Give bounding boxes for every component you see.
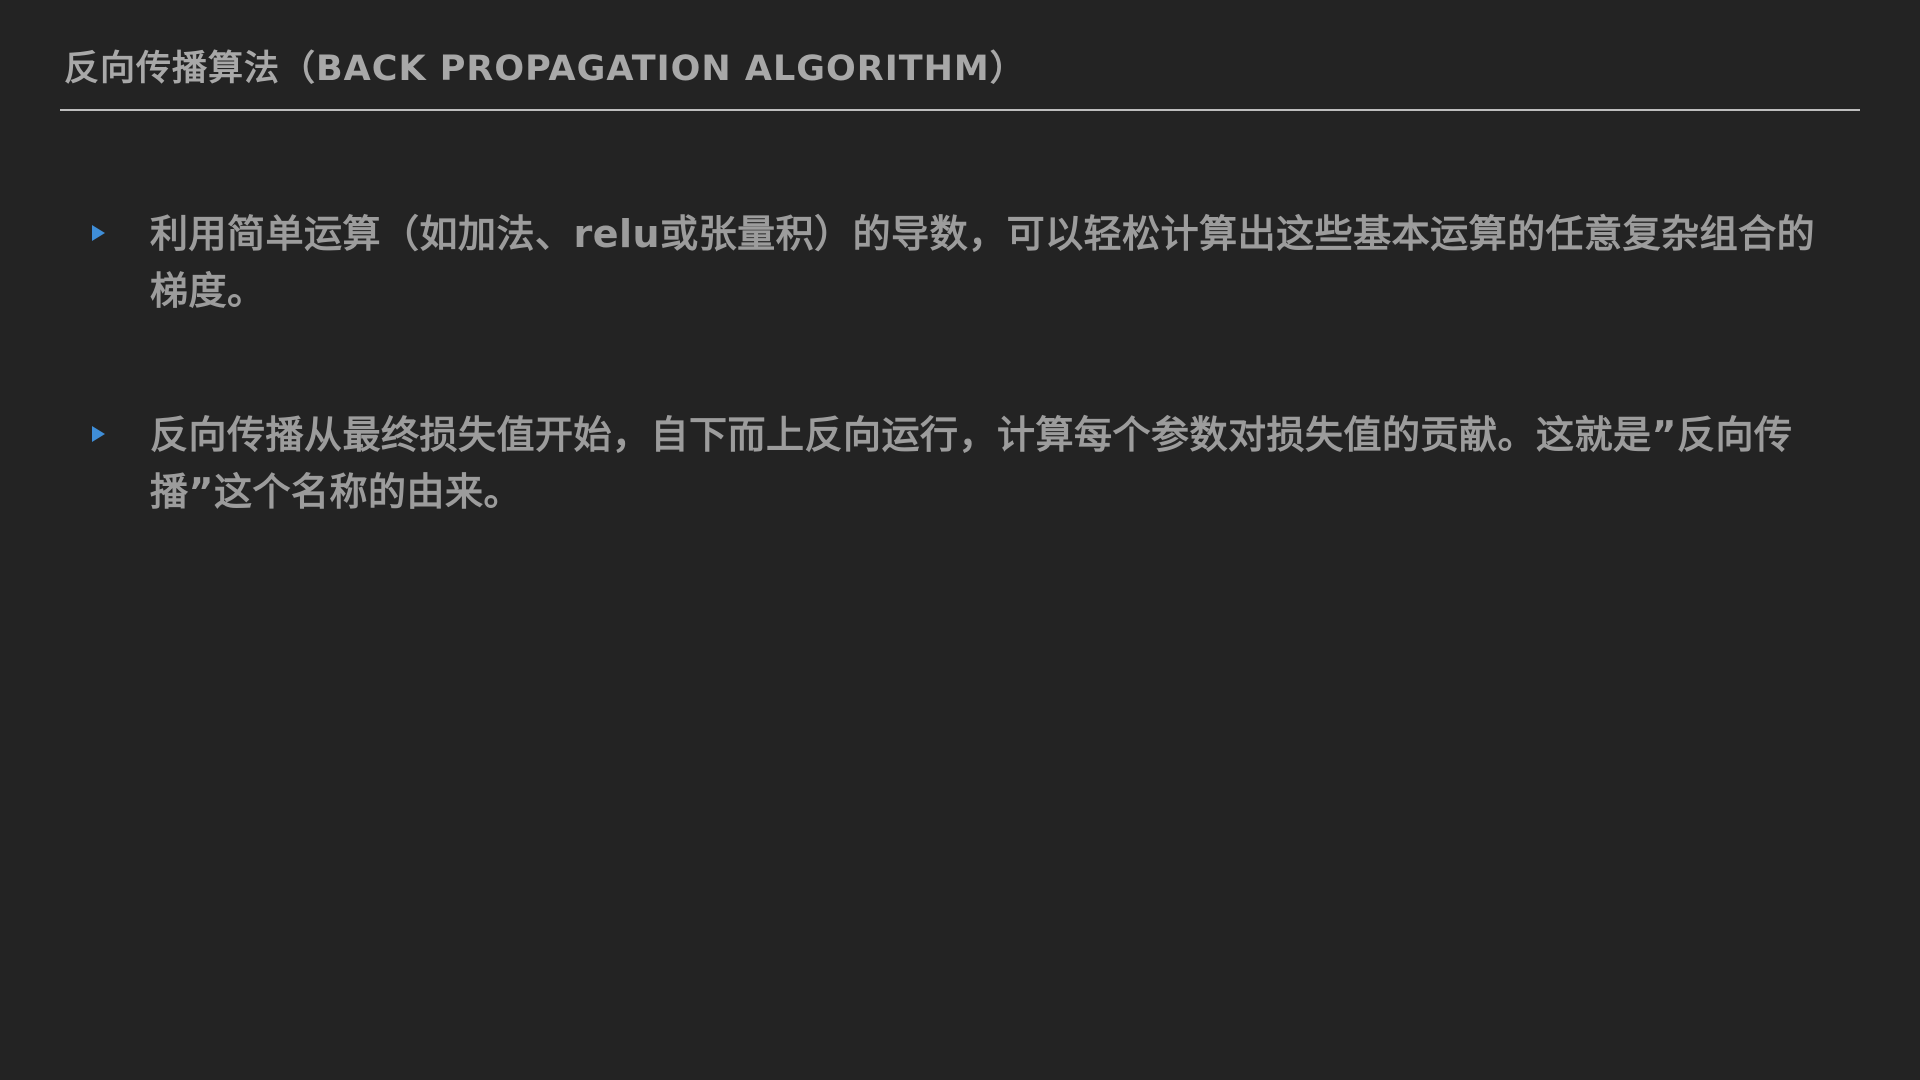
triangle-right-icon xyxy=(92,426,105,442)
triangle-right-icon xyxy=(92,225,105,241)
bullet-item-1: 利用简单运算（如加法、relu或张量积）的导数，可以轻松计算出这些基本运算的任意… xyxy=(88,206,1818,320)
presentation-slide: 反向传播算法（BACK PROPAGATION ALGORITHM） 利用简单运… xyxy=(0,0,1920,1080)
bullet-item-2: 反向传播从最终损失值开始，自下而上反向运行，计算每个参数对损失值的贡献。这就是”… xyxy=(88,407,1818,521)
slide-title: 反向传播算法（BACK PROPAGATION ALGORITHM） xyxy=(64,49,1026,89)
bullet-text-2: 反向传播从最终损失值开始，自下而上反向运行，计算每个参数对损失值的贡献。这就是”… xyxy=(150,413,1793,514)
title-divider xyxy=(60,109,1860,111)
bullet-list: 利用简单运算（如加法、relu或张量积）的导数，可以轻松计算出这些基本运算的任意… xyxy=(88,206,1818,608)
bullet-text-1: 利用简单运算（如加法、relu或张量积）的导数，可以轻松计算出这些基本运算的任意… xyxy=(150,212,1816,313)
